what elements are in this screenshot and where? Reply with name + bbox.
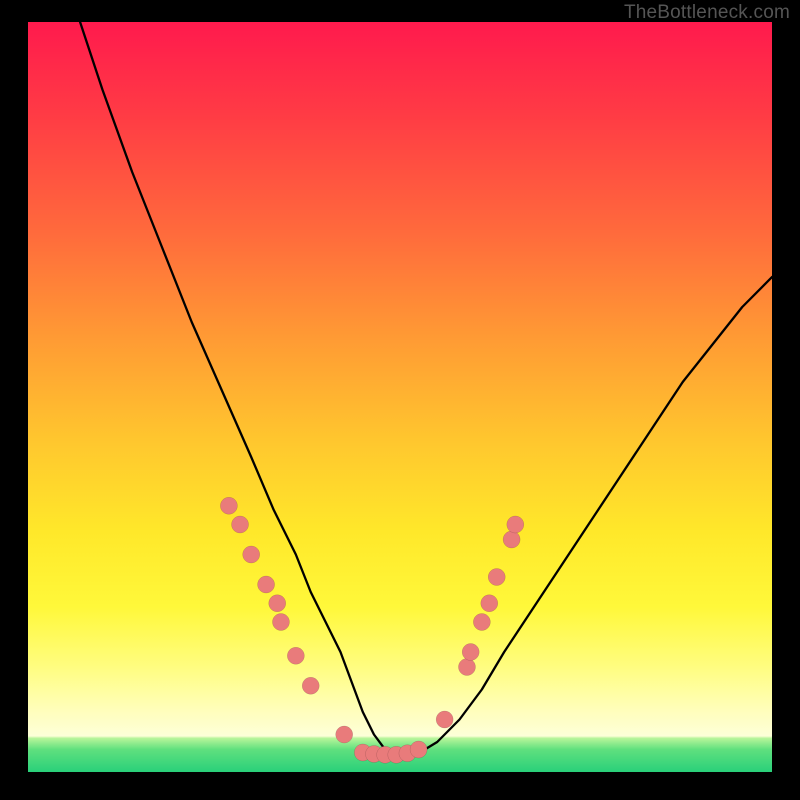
data-point [272,614,289,631]
data-point [458,659,475,676]
data-point [488,569,505,586]
data-point [410,741,427,758]
data-point [269,595,286,612]
data-points-layer [28,22,772,772]
outer-frame: TheBottleneck.com [0,0,800,800]
data-point [462,644,479,661]
data-point [287,647,304,664]
data-point [503,531,520,548]
data-point [243,546,260,563]
data-point [302,677,319,694]
data-point [232,516,249,533]
data-point [258,576,275,593]
data-point [473,614,490,631]
plot-area [28,22,772,772]
data-point [220,497,237,514]
data-point [336,726,353,743]
data-point [507,516,524,533]
watermark-text: TheBottleneck.com [624,2,790,24]
data-point [436,711,453,728]
data-point [481,595,498,612]
